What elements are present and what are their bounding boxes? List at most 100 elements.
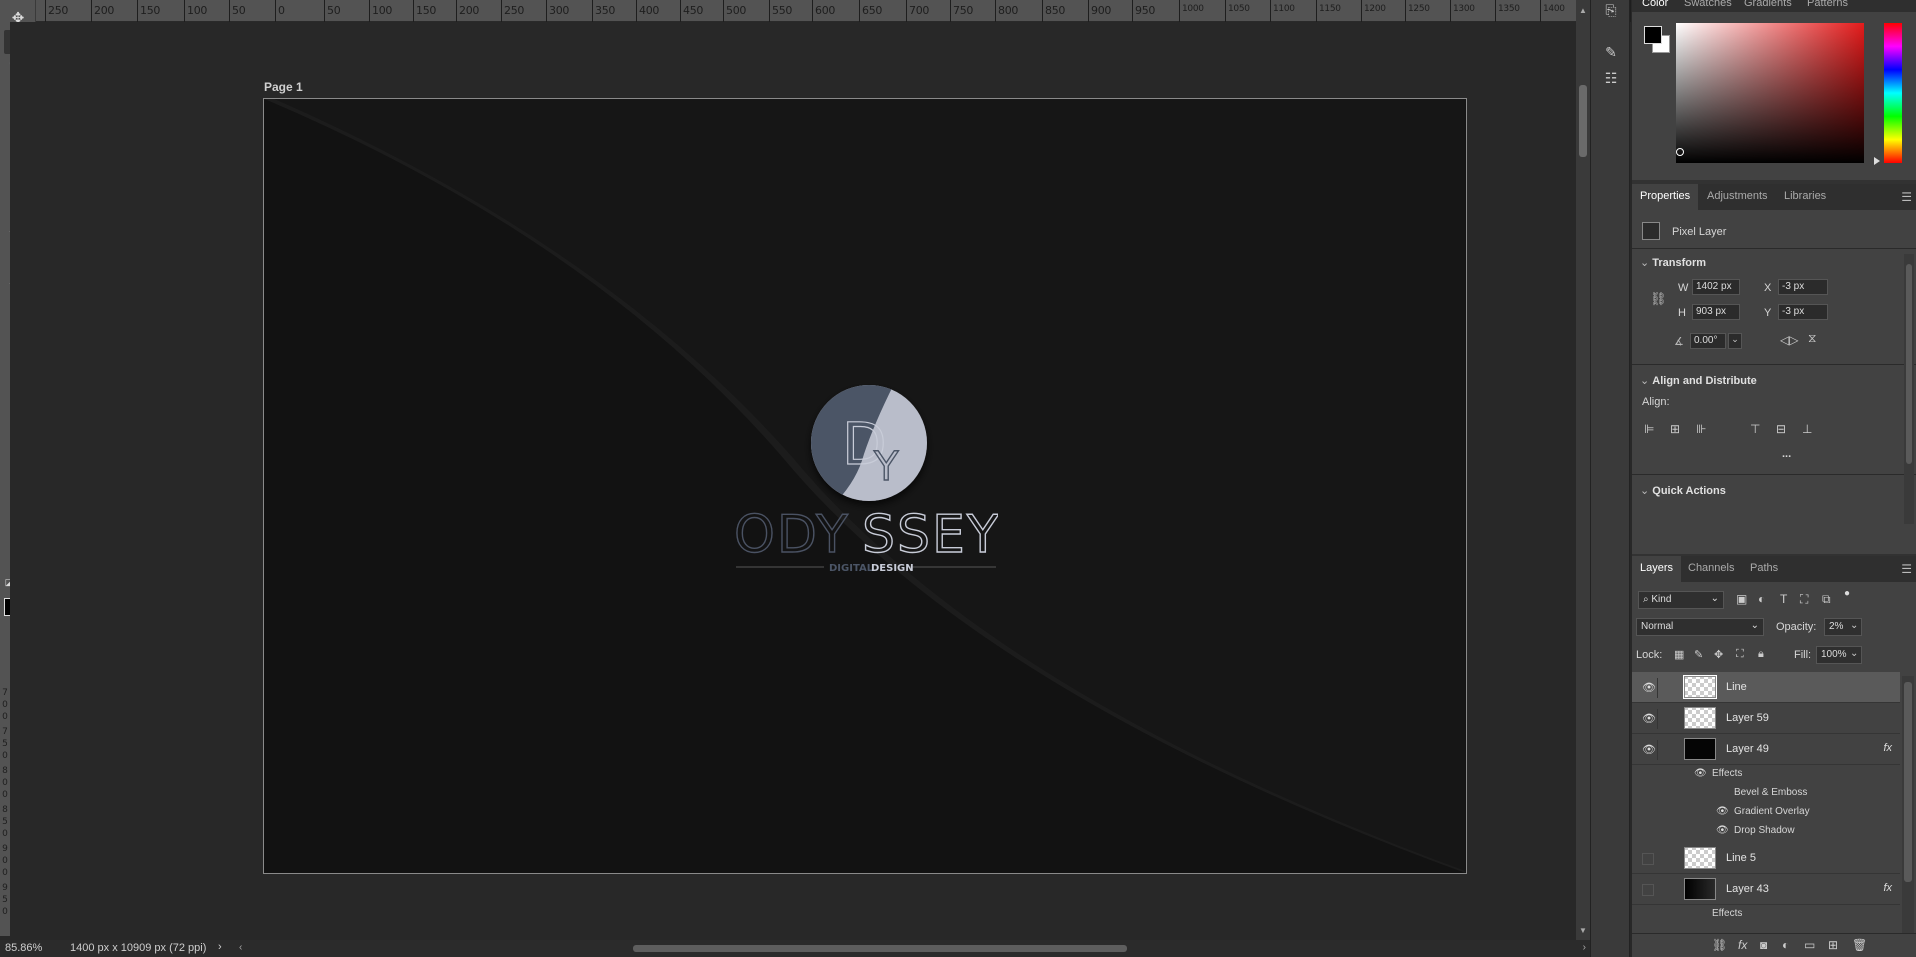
- tab-properties[interactable]: Properties: [1632, 184, 1699, 210]
- layer-row[interactable]: 👁︎ Layer 59: [1632, 703, 1900, 734]
- flip-horizontal-icon[interactable]: ◁▷: [1780, 333, 1798, 347]
- layers-scrollbar[interactable]: [1902, 676, 1914, 936]
- horizontal-ruler[interactable]: 250 200 150 100 50 0 50 100 150 200 250 300 350 400 45…: [36, 0, 1655, 22]
- layer-row[interactable]: 👁︎ Line: [1632, 672, 1900, 703]
- delete-layer-icon[interactable]: 🗑︎: [1852, 938, 1867, 952]
- visibility-toggle[interactable]: 👁︎: [1638, 740, 1658, 760]
- layer-name[interactable]: Line 5: [1726, 852, 1756, 864]
- tab-layers[interactable]: Layers: [1632, 556, 1682, 582]
- new-adjustment-layer-icon[interactable]: ◐: [1782, 938, 1789, 952]
- visibility-toggle[interactable]: [1638, 849, 1658, 869]
- eye-icon[interactable]: 👁︎: [1694, 768, 1707, 779]
- layer-row[interactable]: 👁︎ Layer 49 fx: [1632, 734, 1900, 765]
- eye-icon[interactable]: 👁︎: [1642, 681, 1658, 694]
- properties-scrollbar[interactable]: [1904, 254, 1914, 524]
- effect-row[interactable]: Effects: [1632, 905, 1900, 924]
- layer-name[interactable]: Layer 43: [1726, 883, 1769, 895]
- color-panel-foreground-swatch[interactable]: [1644, 26, 1662, 44]
- new-group-icon[interactable]: ▭: [1804, 938, 1815, 952]
- vertical-ruler[interactable]: 7 0 0 7 5 0 8 0 0 8 5 0 9 0 0 9 5 0: [0, 686, 10, 936]
- quick-actions-section-title[interactable]: Quick Actions: [1640, 484, 1726, 497]
- layer-effects-icon[interactable]: fx: [1883, 742, 1892, 754]
- link-layers-icon[interactable]: ⛓: [1712, 938, 1727, 952]
- align-top-icon[interactable]: ⊤: [1750, 422, 1766, 436]
- tab-swatches[interactable]: Swatches: [1684, 0, 1732, 9]
- transform-section-title[interactable]: Transform: [1640, 256, 1706, 269]
- hue-slider-handle[interactable]: [1874, 157, 1880, 165]
- tab-gradients[interactable]: Gradients: [1744, 0, 1792, 9]
- link-dimensions-icon[interactable]: ⛓: [1650, 291, 1667, 307]
- new-layer-icon[interactable]: ⊞: [1828, 938, 1838, 952]
- horizontal-scrollbar[interactable]: ‹ ›: [235, 940, 1590, 957]
- effect-row[interactable]: 👁︎ Effects: [1632, 765, 1900, 784]
- layer-row[interactable]: Line 5: [1632, 843, 1900, 874]
- align-right-icon[interactable]: ⊪: [1696, 422, 1712, 436]
- align-left-icon[interactable]: ⊫: [1644, 422, 1660, 436]
- scroll-right-icon[interactable]: ›: [1583, 942, 1586, 953]
- tab-adjustments[interactable]: Adjustments: [1707, 190, 1768, 202]
- scroll-up-icon[interactable]: ▲: [1579, 6, 1587, 15]
- layer-effects-icon[interactable]: fx: [1883, 882, 1892, 894]
- vertical-scroll-thumb[interactable]: [1579, 85, 1587, 157]
- layers-panel-menu-icon[interactable]: ☰: [1901, 562, 1912, 576]
- lock-position-icon[interactable]: ✥: [1714, 648, 1723, 661]
- lock-artboard-icon[interactable]: ⛶: [1736, 648, 1744, 661]
- layer-row[interactable]: Layer 43 fx: [1632, 874, 1900, 905]
- blend-mode-select[interactable]: Normal ⌄: [1636, 618, 1764, 636]
- y-field[interactable]: -3 px: [1778, 304, 1828, 320]
- artboard-label[interactable]: Page 1: [264, 80, 303, 94]
- width-field[interactable]: 1402 px: [1692, 279, 1740, 295]
- adjustment-presets-icon[interactable]: ☷: [1601, 70, 1621, 90]
- flip-vertical-icon[interactable]: ⧖: [1808, 331, 1816, 346]
- color-picker-cursor[interactable]: [1676, 148, 1684, 156]
- history-panel-icon[interactable]: ⎘: [1601, 2, 1621, 22]
- filter-pixel-icon[interactable]: ▣: [1736, 592, 1747, 606]
- align-middle-vertical-icon[interactable]: ⊟: [1776, 422, 1792, 436]
- vertical-scrollbar[interactable]: ▲ ▼: [1576, 0, 1590, 940]
- filter-smart-object-icon[interactable]: ⧉: [1822, 592, 1831, 607]
- visibility-toggle[interactable]: 👁︎: [1638, 709, 1658, 729]
- layer-thumbnail[interactable]: [1683, 675, 1717, 699]
- layer-name[interactable]: Line: [1726, 681, 1747, 693]
- layer-name[interactable]: Layer 59: [1726, 712, 1769, 724]
- color-picker-field[interactable]: [1676, 23, 1864, 163]
- scroll-down-icon[interactable]: ▼: [1579, 926, 1587, 935]
- tab-channels[interactable]: Channels: [1688, 562, 1734, 574]
- fill-dropdown-icon[interactable]: ⌄: [1850, 648, 1858, 659]
- lock-transparent-icon[interactable]: ▦: [1674, 648, 1684, 661]
- add-layer-style-icon[interactable]: fx: [1738, 938, 1747, 952]
- lock-all-icon[interactable]: 🔒︎: [1758, 648, 1764, 661]
- layer-filter-kind[interactable]: ⌕ Kind ⌄: [1638, 591, 1724, 609]
- layer-thumbnail[interactable]: [1684, 707, 1716, 729]
- layer-name[interactable]: Layer 49: [1726, 743, 1769, 755]
- tab-libraries[interactable]: Libraries: [1784, 190, 1826, 202]
- align-section-title[interactable]: Align and Distribute: [1640, 374, 1757, 387]
- layer-thumbnail[interactable]: [1684, 738, 1716, 760]
- effect-row[interactable]: 👁︎ Drop Shadow: [1632, 822, 1900, 841]
- effect-row[interactable]: 👁︎ Gradient Overlay: [1632, 803, 1900, 822]
- filter-shape-icon[interactable]: ⛶: [1800, 592, 1808, 607]
- brush-settings-icon[interactable]: ✎: [1601, 44, 1621, 64]
- eye-icon[interactable]: 👁︎: [1716, 806, 1729, 817]
- more-align-options-button[interactable]: ...: [1782, 448, 1791, 460]
- angle-dropdown-icon[interactable]: ⌄: [1728, 333, 1742, 349]
- panel-menu-icon[interactable]: ☰: [1901, 190, 1912, 204]
- height-field[interactable]: 903 px: [1692, 304, 1740, 320]
- tab-paths[interactable]: Paths: [1750, 562, 1778, 574]
- hidden-visibility-box[interactable]: [1642, 853, 1654, 865]
- x-field[interactable]: -3 px: [1778, 279, 1828, 295]
- tab-color[interactable]: Color: [1642, 0, 1668, 9]
- angle-field[interactable]: 0.00°: [1690, 333, 1726, 349]
- filter-toggle-icon[interactable]: ●: [1844, 588, 1850, 599]
- horizontal-scroll-thumb[interactable]: [633, 945, 1127, 952]
- layer-thumbnail[interactable]: [1684, 847, 1716, 869]
- align-bottom-icon[interactable]: ⊥: [1802, 422, 1818, 436]
- align-center-horizontal-icon[interactable]: ⊞: [1670, 422, 1686, 436]
- tab-patterns[interactable]: Patterns: [1807, 0, 1848, 9]
- eye-icon[interactable]: 👁︎: [1642, 743, 1658, 756]
- zoom-level[interactable]: 85.86%: [5, 942, 42, 954]
- artboard-page-1[interactable]: D Y ODY SSEY DIGITAL DESIGN: [263, 98, 1467, 874]
- eye-icon[interactable]: 👁︎: [1642, 712, 1658, 725]
- effect-row[interactable]: Bevel & Emboss: [1632, 784, 1900, 803]
- filter-adjustment-icon[interactable]: ◐: [1758, 592, 1765, 606]
